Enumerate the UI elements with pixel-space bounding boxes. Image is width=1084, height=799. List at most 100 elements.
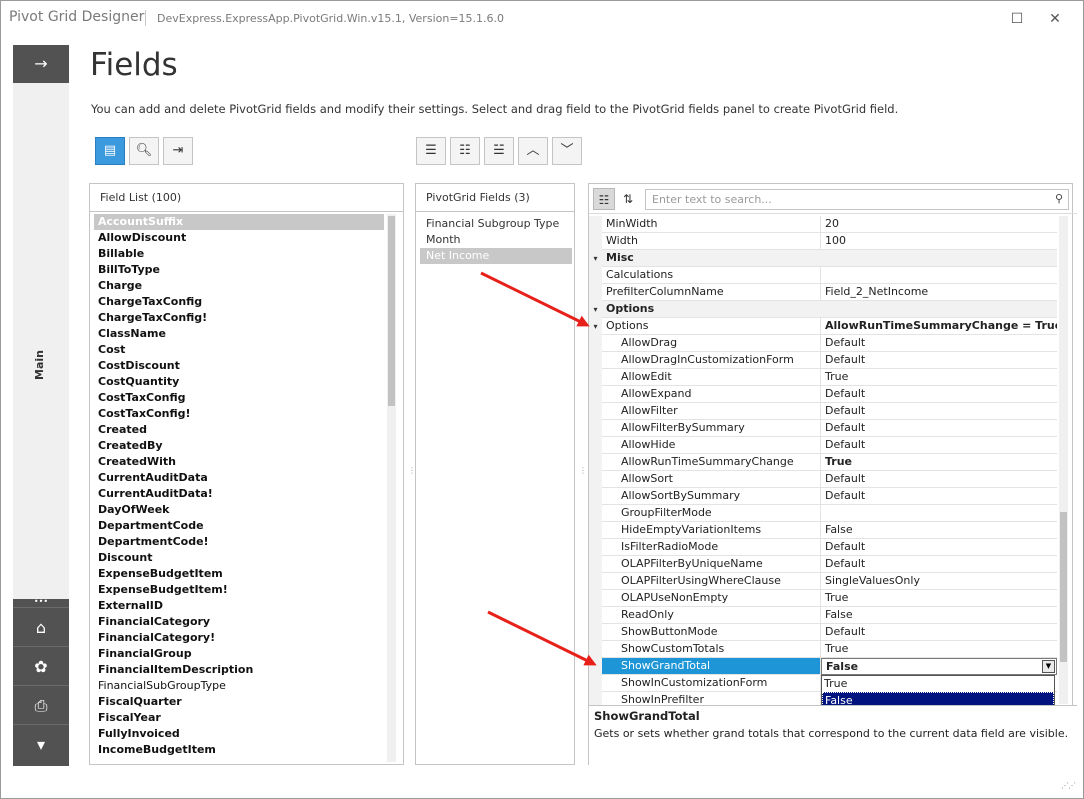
property-value[interactable]: 20 — [821, 216, 1057, 233]
move-up-button[interactable]: ︿ — [518, 137, 548, 165]
property-row[interactable]: Calculations — [589, 267, 1057, 284]
property-value[interactable]: False ▼ — [821, 658, 1057, 675]
property-value[interactable]: Default — [821, 488, 1057, 505]
field-list-item[interactable]: Billable — [94, 246, 384, 262]
field-list-item[interactable]: DayOfWeek — [94, 502, 384, 518]
property-value[interactable]: False — [821, 522, 1057, 539]
property-row[interactable]: IsFilterRadioMode Default — [589, 539, 1057, 556]
field-list-item[interactable]: FinancialCategory! — [94, 630, 384, 646]
dropdown-option[interactable]: True — [822, 676, 1054, 692]
property-grid-scrollbar[interactable] — [1059, 216, 1068, 704]
property-row[interactable]: AllowFilterBySummary Default — [589, 420, 1057, 437]
printer-icon[interactable]: ⎙ — [13, 685, 69, 724]
pivot-field-item[interactable]: Month — [420, 232, 572, 248]
property-value[interactable]: False — [821, 607, 1057, 624]
property-row[interactable]: OLAPFilterUsingWhereClause SingleValuesOn… — [589, 573, 1057, 590]
field-list-item[interactable]: AccountSuffix — [94, 214, 384, 230]
property-row[interactable]: OLAPUseNonEmpty True — [589, 590, 1057, 607]
field-list-item[interactable]: CostQuantity — [94, 374, 384, 390]
property-category-row[interactable]: ▾ Misc — [589, 250, 1057, 267]
property-row[interactable]: PrefilterColumnName Field_2_NetIncome — [589, 284, 1057, 301]
property-value[interactable]: Default — [821, 403, 1057, 420]
field-list-item[interactable]: FullyInvoiced — [94, 726, 384, 742]
field-list-item[interactable]: Cost — [94, 342, 384, 358]
home-icon[interactable]: ⌂ — [13, 607, 69, 646]
field-list-item[interactable]: FinancialItemDescription — [94, 662, 384, 678]
splitter-left[interactable]: ⋮ — [408, 467, 416, 483]
resize-grip-icon[interactable]: ⋰⋰ — [1061, 781, 1076, 790]
property-row[interactable]: AllowExpand Default — [589, 386, 1057, 403]
field-list-item[interactable]: FinancialGroup — [94, 646, 384, 662]
alphabetical-icon[interactable]: ⇅ — [617, 188, 639, 210]
field-list-item[interactable]: BillToType — [94, 262, 384, 278]
property-value[interactable]: Default — [821, 386, 1057, 403]
field-list-item[interactable]: CostTaxConfig — [94, 390, 384, 406]
property-row[interactable]: AllowHide Default — [589, 437, 1057, 454]
property-category-row[interactable]: ▾ Options — [589, 301, 1057, 318]
property-row[interactable]: HideEmptyVariationItems False — [589, 522, 1057, 539]
property-value[interactable]: Default — [821, 420, 1057, 437]
add-field-button[interactable]: ☰ — [416, 137, 446, 165]
export-button[interactable]: ⇥ — [163, 137, 193, 165]
property-search-input[interactable]: Enter text to search... ⚲ — [645, 189, 1069, 210]
categorized-icon[interactable]: ☷ — [593, 188, 615, 210]
field-list-item[interactable]: Created — [94, 422, 384, 438]
field-list-item[interactable]: ClassName — [94, 326, 384, 342]
field-list-item[interactable]: Discount — [94, 550, 384, 566]
field-list-item[interactable]: ExternalID — [94, 598, 384, 614]
property-value[interactable]: AllowRunTimeSummaryChange = True, S — [821, 318, 1057, 335]
property-row[interactable]: AllowEdit True — [589, 369, 1057, 386]
property-value[interactable]: Default — [821, 437, 1057, 454]
property-row[interactable]: ShowGrandTotal False ▼ — [589, 658, 1057, 675]
value-dropdown-list[interactable]: True False — [821, 675, 1055, 709]
property-value[interactable]: SingleValuesOnly — [821, 573, 1057, 590]
field-list-item[interactable]: CurrentAuditData — [94, 470, 384, 486]
chevron-down-icon[interactable]: ▾ — [13, 724, 69, 766]
field-list-item[interactable]: CurrentAuditData! — [94, 486, 384, 502]
remove-field-button[interactable]: ☱ — [484, 137, 514, 165]
property-value[interactable]: Field_2_NetIncome — [821, 284, 1057, 301]
pivot-field-item[interactable]: Financial Subgroup Type — [420, 216, 572, 232]
field-list-item[interactable]: FinancialSubGroupType — [94, 678, 384, 694]
field-list-item[interactable]: CreatedBy — [94, 438, 384, 454]
property-row[interactable]: GroupFilterMode — [589, 505, 1057, 522]
insert-field-button[interactable]: ☷ — [450, 137, 480, 165]
property-value[interactable]: Default — [821, 624, 1057, 641]
close-icon[interactable]: ✕ — [1045, 9, 1065, 29]
field-list-item[interactable]: ChargeTaxConfig! — [94, 310, 384, 326]
collapse-icon[interactable]: ▾ — [589, 318, 602, 335]
property-value[interactable]: Default — [821, 352, 1057, 369]
field-list-item[interactable]: ChargeTaxConfig — [94, 294, 384, 310]
property-value[interactable]: 100 — [821, 233, 1057, 250]
expand-arrow-icon[interactable]: → — [13, 45, 69, 83]
field-list-item[interactable]: AllowDiscount — [94, 230, 384, 246]
collapse-icon[interactable]: ▾ — [589, 250, 602, 267]
property-grid-scroll-thumb[interactable] — [1060, 512, 1067, 662]
property-row[interactable]: ShowButtonMode Default — [589, 624, 1057, 641]
field-list-item[interactable]: ExpenseBudgetItem — [94, 566, 384, 582]
property-row[interactable]: MinWidth 20 — [589, 216, 1057, 233]
property-row[interactable]: AllowDrag Default — [589, 335, 1057, 352]
dropdown-arrow-icon[interactable]: ▼ — [1042, 660, 1055, 673]
palette-icon[interactable]: ✿ — [13, 646, 69, 685]
property-row[interactable]: AllowSortBySummary Default — [589, 488, 1057, 505]
property-row[interactable]: AllowDragInCustomizationForm Default — [589, 352, 1057, 369]
property-row[interactable]: ShowCustomTotals True — [589, 641, 1057, 658]
field-list-scroll-thumb[interactable] — [388, 216, 395, 406]
field-list-item[interactable]: FiscalQuarter — [94, 694, 384, 710]
field-list-item[interactable]: DepartmentCode! — [94, 534, 384, 550]
property-value[interactable]: Default — [821, 471, 1057, 488]
property-row[interactable]: AllowSort Default — [589, 471, 1057, 488]
nav-splitter[interactable]: ••• — [13, 598, 69, 607]
splitter-right[interactable]: ⋮ — [579, 467, 587, 483]
property-row[interactable]: OLAPFilterByUniqueName Default — [589, 556, 1057, 573]
field-list-item[interactable]: Charge — [94, 278, 384, 294]
property-value[interactable] — [821, 267, 1057, 284]
property-row[interactable]: Width 100 — [589, 233, 1057, 250]
property-row[interactable]: AllowRunTimeSummaryChange True — [589, 454, 1057, 471]
property-value[interactable] — [821, 505, 1057, 522]
property-value[interactable]: Default — [821, 556, 1057, 573]
property-row[interactable]: ▾ Options AllowRunTimeSummaryChange = True… — [589, 318, 1057, 335]
field-list-item[interactable]: FinancialCategory — [94, 614, 384, 630]
field-list-item[interactable]: FiscalYear — [94, 710, 384, 726]
